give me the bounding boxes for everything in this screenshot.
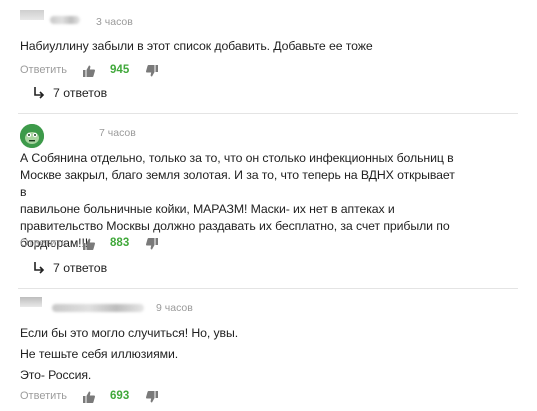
thumbs-down-icon[interactable] — [146, 237, 159, 250]
comment-time: 3 часов — [96, 16, 133, 28]
reply-button[interactable]: Ответить — [20, 64, 67, 76]
thumbs-up-icon[interactable] — [83, 390, 96, 403]
divider — [18, 288, 518, 289]
comment-line: Если бы это могло случиться! Но, увы. — [20, 326, 239, 340]
replies-label: 7 ответов — [53, 86, 108, 100]
avatar[interactable] — [20, 10, 44, 20]
author-name-blurred[interactable] — [52, 304, 144, 312]
comment-actions: Ответить 883 — [20, 235, 159, 251]
replies-link[interactable]: 7 ответов — [33, 261, 107, 275]
comment-text: Набиуллину забыли в этот список добавить… — [20, 38, 440, 55]
comment-time: 9 часов — [156, 302, 193, 314]
comment-actions: Ответить 945 — [20, 62, 159, 78]
reply-arrow-icon — [33, 262, 45, 274]
comment-line: Набиуллину забыли в этот список добавить… — [20, 39, 373, 53]
comment-line: А Собянина отдельно, только за то, что о… — [20, 151, 454, 165]
divider — [18, 113, 518, 114]
comment-time: 7 часов — [99, 127, 136, 139]
comment-line: Москве закрыл, благо земля золотая. И за… — [20, 168, 455, 199]
avatar[interactable] — [20, 297, 42, 307]
reply-button[interactable]: Ответить — [20, 390, 67, 402]
comment-line: правительство Москвы должно раздавать их… — [20, 219, 450, 233]
thumbs-down-icon[interactable] — [146, 64, 159, 77]
replies-link[interactable]: 7 ответов — [33, 86, 107, 100]
thumbs-down-icon[interactable] — [146, 390, 159, 403]
like-count: 693 — [110, 390, 130, 402]
thumbs-up-icon[interactable] — [83, 237, 96, 250]
comment-line: Не тешьте себя иллюзиями. — [20, 347, 179, 361]
author-name-blurred[interactable] — [50, 16, 80, 24]
replies-label: 7 ответов — [53, 261, 108, 275]
like-count: 945 — [110, 64, 130, 76]
comment-actions: Ответить 693 — [20, 388, 159, 404]
comment-text: Если бы это могло случиться! Но, увы. Не… — [20, 323, 440, 386]
reply-arrow-icon — [33, 87, 45, 99]
comment-line: Это- Россия. — [20, 368, 92, 382]
reply-button[interactable]: Ответить — [20, 237, 67, 249]
comment-line: павильоне больничные койки, МАРАЗМ! Маск… — [20, 202, 395, 216]
avatar[interactable] — [20, 124, 44, 148]
thumbs-up-icon[interactable] — [83, 64, 96, 77]
like-count: 883 — [110, 237, 130, 249]
